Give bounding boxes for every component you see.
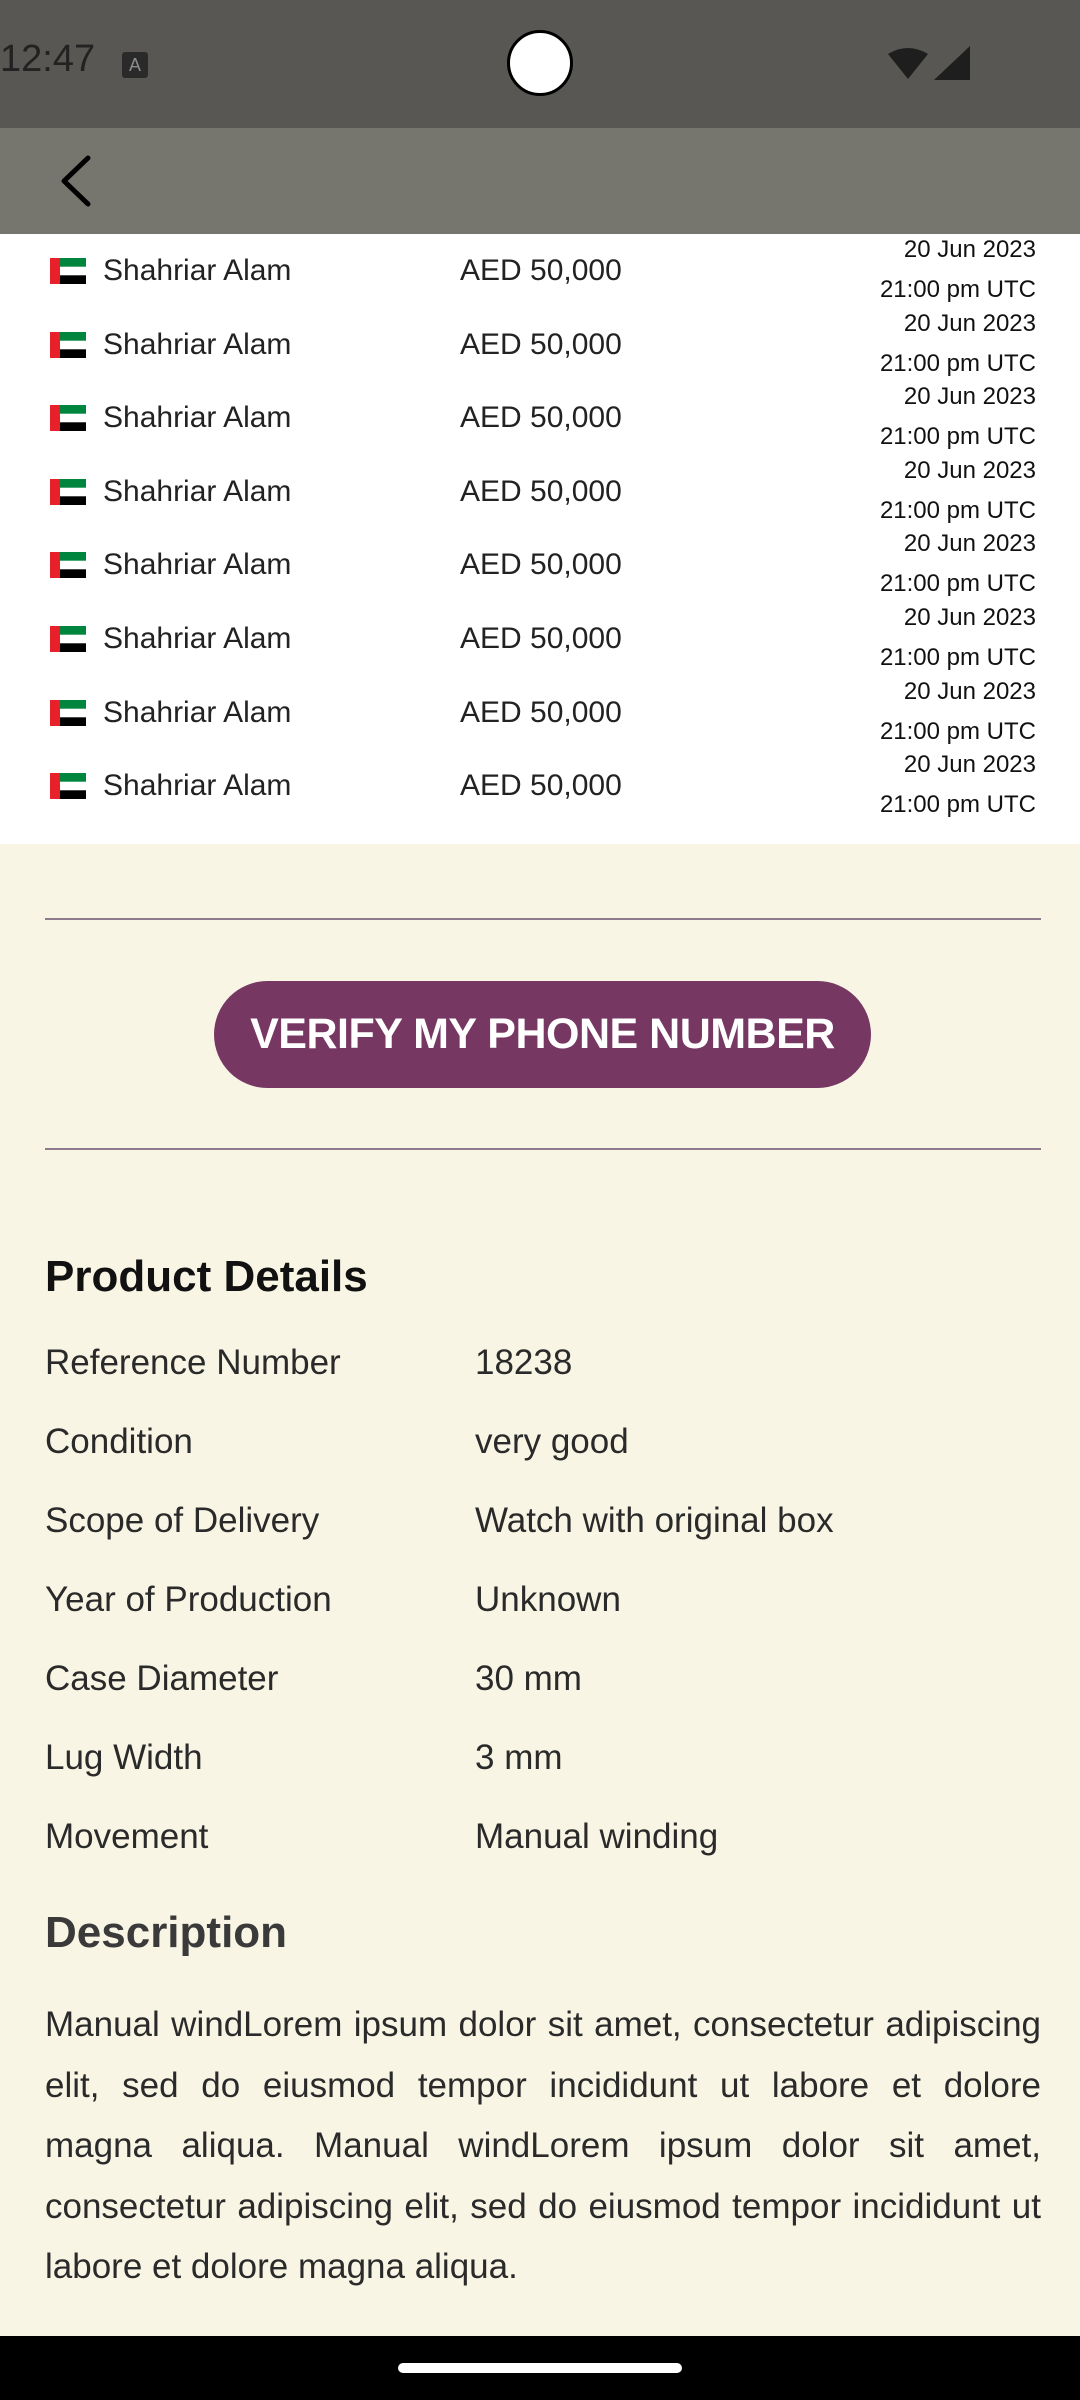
product-details-title: Product Details (45, 1252, 368, 1301)
chevron-left-icon[interactable] (50, 150, 110, 212)
detail-label: Lug Width (45, 1738, 203, 1777)
bid-history-list: Shahriar Alam AED 50,000 20 Jun 2023 21:00 … (0, 234, 1080, 844)
detail-value: Manual winding (475, 1817, 719, 1856)
bid-row: Shahriar Alam AED 50,000 20 Jun 2023 21:00 … (0, 528, 1080, 602)
uae-flag-icon (50, 699, 86, 726)
uae-flag-icon (50, 626, 86, 652)
detail-value: Watch with original box (475, 1501, 834, 1540)
bid-date: 20 Jun 2023 (903, 309, 1036, 337)
bid-amount: AED 50,000 (460, 769, 622, 803)
detail-value: 3 mm (475, 1738, 563, 1777)
bid-row: Shahriar Alam AED 50,000 20 Jun 2023 21:00 … (0, 234, 1080, 308)
signal-icon (934, 46, 970, 80)
detail-label: Reference Number (45, 1343, 341, 1382)
bid-time: 21:00 pm UTC (879, 423, 1036, 451)
uae-flag-icon (50, 478, 86, 505)
bid-amount: AED 50,000 (460, 474, 622, 508)
bid-time: 21:00 pm UTC (879, 791, 1036, 819)
bid-time: 21:00 pm UTC (879, 717, 1036, 745)
bid-date: 20 Jun 2023 (903, 456, 1036, 484)
verify-phone-button[interactable]: VERIFY MY PHONE NUMBER (214, 981, 871, 1088)
detail-value: 18238 (475, 1343, 573, 1382)
bid-amount: AED 50,000 (460, 622, 622, 655)
detail-label: Case Diameter (45, 1659, 279, 1698)
home-indicator[interactable] (398, 2363, 682, 2373)
bidder-name: Shahriar Alam (103, 254, 292, 287)
notification-a-icon: A (122, 52, 148, 78)
bidder-name: Shahriar Alam (103, 474, 292, 508)
camera-cutout (507, 30, 573, 96)
bid-time: 21:00 pm UTC (879, 276, 1036, 303)
status-time: 12:47 (0, 38, 96, 80)
bid-date: 20 Jun 2023 (903, 383, 1036, 411)
bid-date: 20 Jun 2023 (903, 530, 1036, 558)
bidder-name: Shahriar Alam (103, 769, 292, 803)
bid-date: 20 Jun 2023 (903, 604, 1036, 631)
bidder-name: Shahriar Alam (103, 622, 292, 655)
description-title: Description (45, 1908, 288, 1957)
description-text: Manual windLorem ipsum dolor sit amet, c… (45, 2005, 1041, 2286)
bid-row: Shahriar Alam AED 50,000 20 Jun 2023 21:00 … (0, 381, 1080, 455)
uae-flag-icon (50, 258, 86, 284)
bid-row: Shahriar Alam AED 50,000 20 Jun 2023 21:00 … (0, 676, 1080, 750)
detail-value: very good (475, 1422, 629, 1461)
uae-flag-icon (50, 773, 86, 800)
bid-time: 21:00 pm UTC (879, 644, 1036, 671)
uae-flag-icon (50, 405, 86, 432)
bid-row: Shahriar Alam AED 50,000 20 Jun 2023 21:00 … (0, 602, 1080, 676)
bid-amount: AED 50,000 (460, 548, 622, 582)
bid-time: 21:00 pm UTC (879, 496, 1036, 524)
bid-row: Shahriar Alam AED 50,000 20 Jun 2023 21:00 … (0, 308, 1080, 382)
detail-label: Movement (45, 1817, 209, 1856)
detail-value: Unknown (475, 1580, 621, 1619)
bidder-name: Shahriar Alam (103, 327, 292, 361)
bidder-name: Shahriar Alam (103, 695, 292, 729)
status-bar: 12:47 A (0, 0, 1080, 128)
detail-value: 30 mm (475, 1659, 582, 1698)
detail-label: Condition (45, 1422, 193, 1461)
divider (45, 918, 1041, 920)
bid-time: 21:00 pm UTC (879, 349, 1036, 377)
bid-amount: AED 50,000 (460, 401, 622, 435)
bid-amount: AED 50,000 (460, 327, 622, 361)
bid-date: 20 Jun 2023 (903, 236, 1036, 263)
bid-time: 21:00 pm UTC (879, 570, 1036, 598)
bid-row: Shahriar Alam AED 50,000 20 Jun 2023 21:00 … (0, 455, 1080, 529)
bidder-name: Shahriar Alam (103, 401, 292, 435)
uae-flag-icon (50, 331, 86, 358)
bid-date: 20 Jun 2023 (903, 677, 1036, 705)
bid-row: Shahriar Alam AED 50,000 20 Jun 2023 21:00 … (0, 749, 1080, 823)
uae-flag-icon (50, 552, 86, 579)
app-bar (0, 128, 1080, 234)
wifi-icon (888, 48, 928, 79)
bid-amount: AED 50,000 (460, 254, 622, 287)
bid-amount: AED 50,000 (460, 695, 622, 729)
divider (45, 1148, 1041, 1150)
bidder-name: Shahriar Alam (103, 548, 292, 582)
bid-date: 20 Jun 2023 (903, 751, 1036, 779)
detail-label: Scope of Delivery (45, 1501, 320, 1540)
detail-label: Year of Production (45, 1580, 332, 1619)
